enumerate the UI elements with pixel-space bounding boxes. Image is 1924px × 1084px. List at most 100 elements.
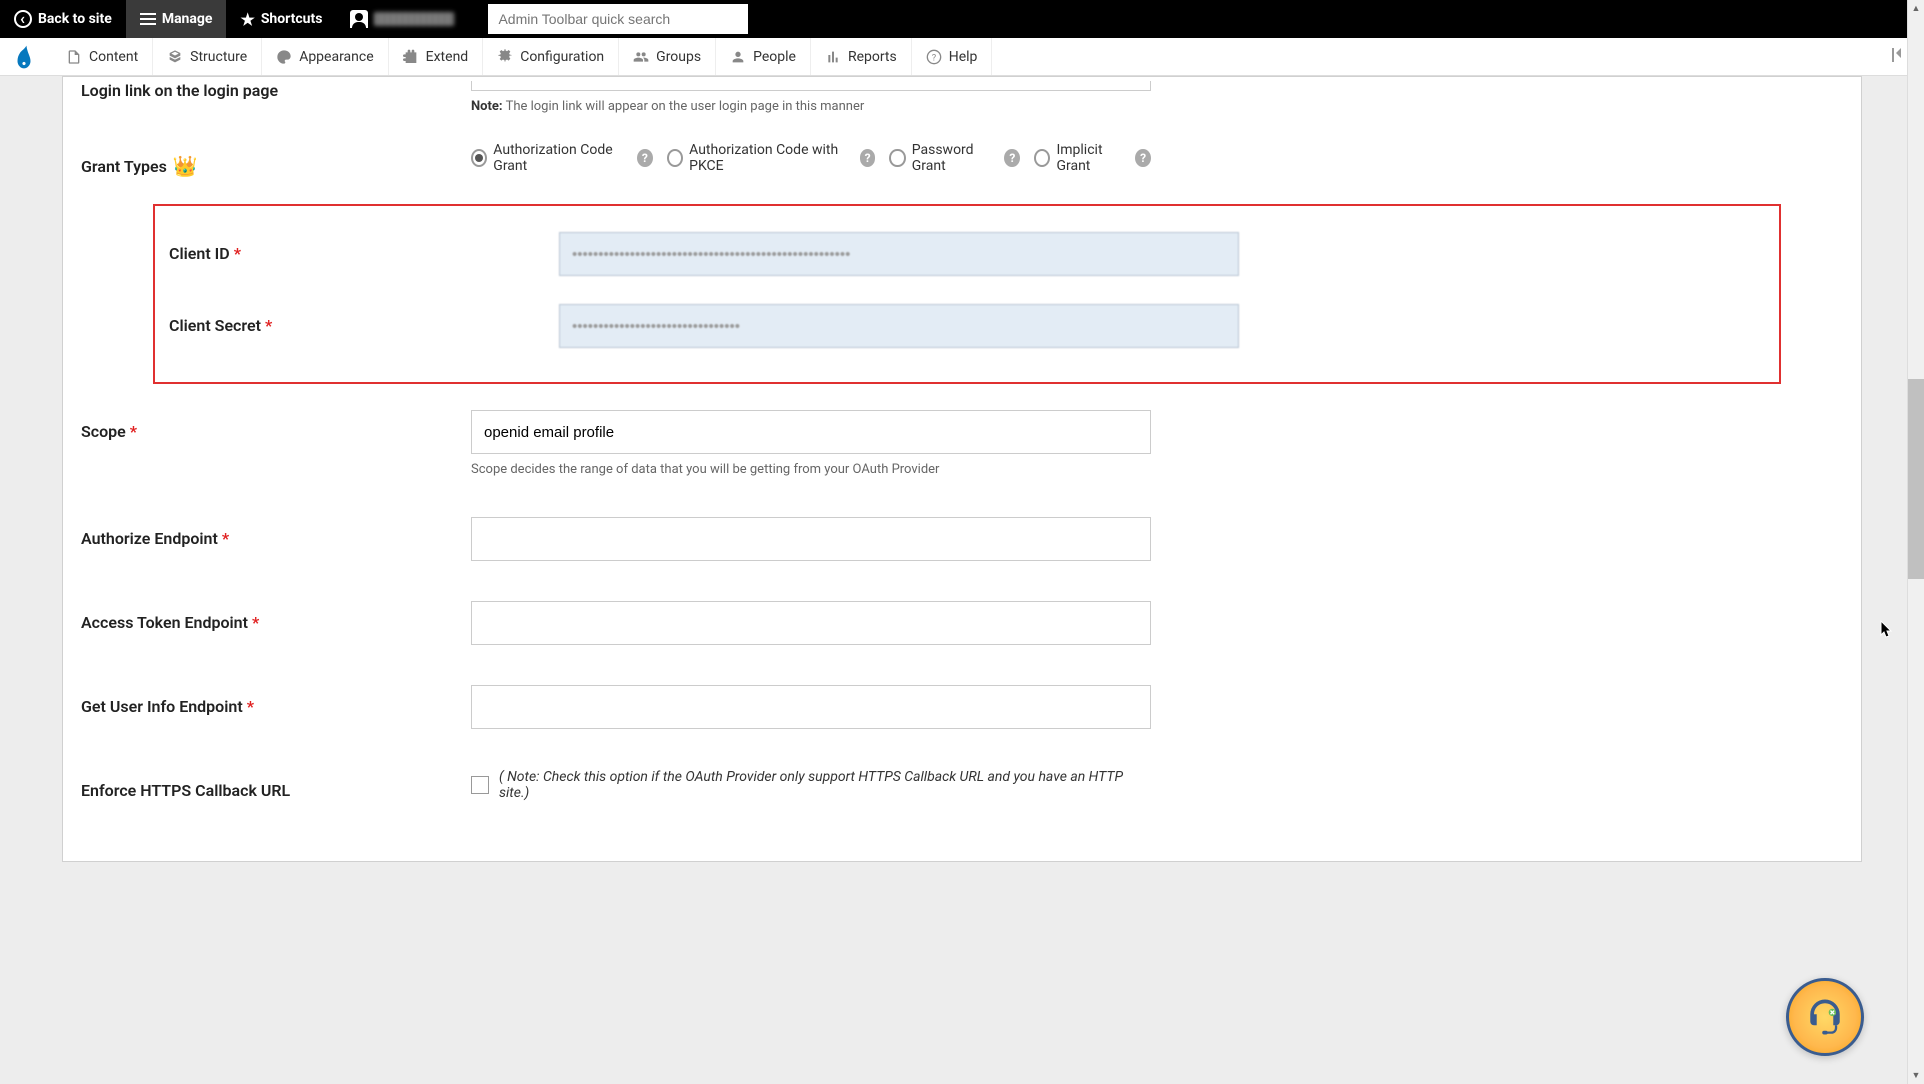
login-link-help: Note: The login link will appear on the … [471, 99, 1151, 114]
user-info-endpoint-row: Get User Info Endpoint* [63, 665, 1861, 749]
enforce-https-checkbox[interactable] [471, 776, 489, 794]
hamburger-icon [140, 13, 156, 25]
client-id-input[interactable] [559, 232, 1239, 276]
grant-type-pkce[interactable]: Authorization Code with PKCE ? [667, 142, 876, 174]
help-badge-icon[interactable]: ? [1004, 149, 1020, 167]
admin-top-toolbar: Back to site Manage Shortcuts [0, 0, 1924, 38]
access-token-endpoint-input[interactable] [471, 601, 1151, 645]
required-indicator: * [265, 316, 272, 335]
help-badge-icon[interactable]: ? [1135, 149, 1151, 167]
configuration-icon [497, 49, 513, 65]
grant-types-row: Grant Types 👑 Authorization Code Grant ?… [63, 122, 1861, 198]
scrollbar-thumb[interactable] [1908, 379, 1924, 579]
client-id-label: Client ID [169, 244, 230, 263]
credentials-highlight-box: Client ID* Client Secret* [153, 204, 1781, 384]
scope-help: Scope decides the range of data that you… [471, 462, 1151, 477]
client-secret-input[interactable] [559, 304, 1239, 348]
enforce-https-checkbox-row: ( Note: Check this option if the OAuth P… [471, 769, 1151, 801]
nav-appearance-label: Appearance [299, 49, 373, 65]
content-icon [66, 49, 82, 65]
user-info-endpoint-label: Get User Info Endpoint [81, 697, 243, 716]
nav-appearance[interactable]: Appearance [262, 38, 388, 75]
radio-icon [1034, 149, 1050, 167]
client-id-label-col: Client ID* [169, 232, 559, 263]
nav-configuration[interactable]: Configuration [483, 38, 619, 75]
login-link-note-text: The login link will appear on the user l… [503, 99, 865, 114]
client-secret-label: Client Secret [169, 316, 261, 335]
drupal-logo-icon[interactable] [14, 44, 34, 70]
nav-reports[interactable]: Reports [811, 38, 912, 75]
scope-row: Scope* Scope decides the range of data t… [63, 390, 1861, 497]
access-token-endpoint-label: Access Token Endpoint [81, 613, 248, 632]
help-badge-icon[interactable]: ? [637, 149, 653, 167]
nav-help[interactable]: ? Help [912, 38, 993, 75]
admin-secondary-toolbar: Content Structure Appearance Extend Conf… [0, 38, 1924, 76]
manage-link[interactable]: Manage [126, 0, 227, 38]
radio-icon [889, 149, 905, 167]
nav-groups-label: Groups [656, 49, 701, 65]
required-indicator: * [252, 613, 259, 632]
authorize-endpoint-row: Authorize Endpoint* [63, 497, 1861, 581]
support-chat-button[interactable] [1786, 978, 1864, 1056]
login-link-input-partial[interactable] [471, 81, 1151, 91]
username-blurred [374, 12, 454, 26]
grant-type-implicit-label: Implicit Grant [1056, 142, 1129, 174]
login-link-note-prefix: Note: [471, 99, 503, 114]
shortcuts-link[interactable]: Shortcuts [226, 0, 336, 38]
people-icon [730, 49, 746, 65]
radio-icon [667, 149, 683, 167]
enforce-https-note: ( Note: Check this option if the OAuth P… [499, 769, 1151, 801]
nav-structure[interactable]: Structure [153, 38, 262, 75]
grant-type-password-label: Password Grant [912, 142, 999, 174]
login-link-label: Login link on the login page [81, 81, 471, 100]
page-content-wrapper: Login link on the login page Note: The l… [0, 76, 1924, 1084]
authorize-endpoint-label-col: Authorize Endpoint* [81, 517, 471, 548]
client-secret-row: Client Secret* [155, 290, 1779, 362]
grant-type-auth-code-label: Authorization Code Grant [493, 142, 631, 174]
grant-type-auth-code[interactable]: Authorization Code Grant ? [471, 142, 653, 174]
nav-extend[interactable]: Extend [389, 38, 484, 75]
scroll-up-arrow-icon[interactable]: ▲ [1908, 0, 1924, 17]
nav-people[interactable]: People [716, 38, 811, 75]
grant-types-radio-group: Authorization Code Grant ? Authorization… [471, 142, 1151, 174]
back-to-site-link[interactable]: Back to site [0, 0, 126, 38]
login-link-row: Login link on the login page Note: The l… [63, 77, 1861, 122]
nav-content[interactable]: Content [52, 38, 153, 75]
grant-type-implicit[interactable]: Implicit Grant ? [1034, 142, 1151, 174]
shortcuts-label: Shortcuts [261, 11, 323, 27]
nav-extend-label: Extend [426, 49, 469, 65]
authorize-endpoint-input[interactable] [471, 517, 1151, 561]
client-id-row: Client ID* [155, 218, 1779, 290]
nav-reports-label: Reports [848, 49, 897, 65]
scope-label-col: Scope* [81, 410, 471, 441]
access-token-endpoint-row: Access Token Endpoint* [63, 581, 1861, 665]
user-info-endpoint-input[interactable] [471, 685, 1151, 729]
radio-icon [471, 149, 487, 167]
user-icon [350, 10, 368, 28]
nav-content-label: Content [89, 49, 138, 65]
grant-types-label-col: Grant Types 👑 [81, 142, 471, 178]
headset-icon [1802, 994, 1848, 1040]
crown-icon: 👑 [173, 154, 198, 178]
required-indicator: * [247, 697, 254, 716]
extend-icon [403, 49, 419, 65]
back-arrow-icon [14, 10, 32, 28]
grant-type-pkce-label: Authorization Code with PKCE [689, 142, 854, 174]
help-icon: ? [926, 49, 942, 65]
structure-icon [167, 49, 183, 65]
scrollbar-track[interactable]: ▲ ▼ [1907, 0, 1924, 1084]
grant-type-password[interactable]: Password Grant ? [889, 142, 1020, 174]
nav-structure-label: Structure [190, 49, 247, 65]
admin-toolbar-search[interactable] [488, 4, 748, 34]
user-menu[interactable] [336, 0, 468, 38]
help-badge-icon[interactable]: ? [860, 149, 876, 167]
scroll-down-arrow-icon[interactable]: ▼ [1908, 1067, 1924, 1084]
star-icon [240, 10, 254, 29]
nav-people-label: People [753, 49, 796, 65]
enforce-https-label: Enforce HTTPS Callback URL [81, 781, 290, 800]
config-form-panel: Login link on the login page Note: The l… [62, 76, 1862, 862]
client-secret-label-col: Client Secret* [169, 304, 559, 335]
back-to-site-label: Back to site [38, 11, 112, 27]
nav-groups[interactable]: Groups [619, 38, 716, 75]
scope-input[interactable] [471, 410, 1151, 454]
